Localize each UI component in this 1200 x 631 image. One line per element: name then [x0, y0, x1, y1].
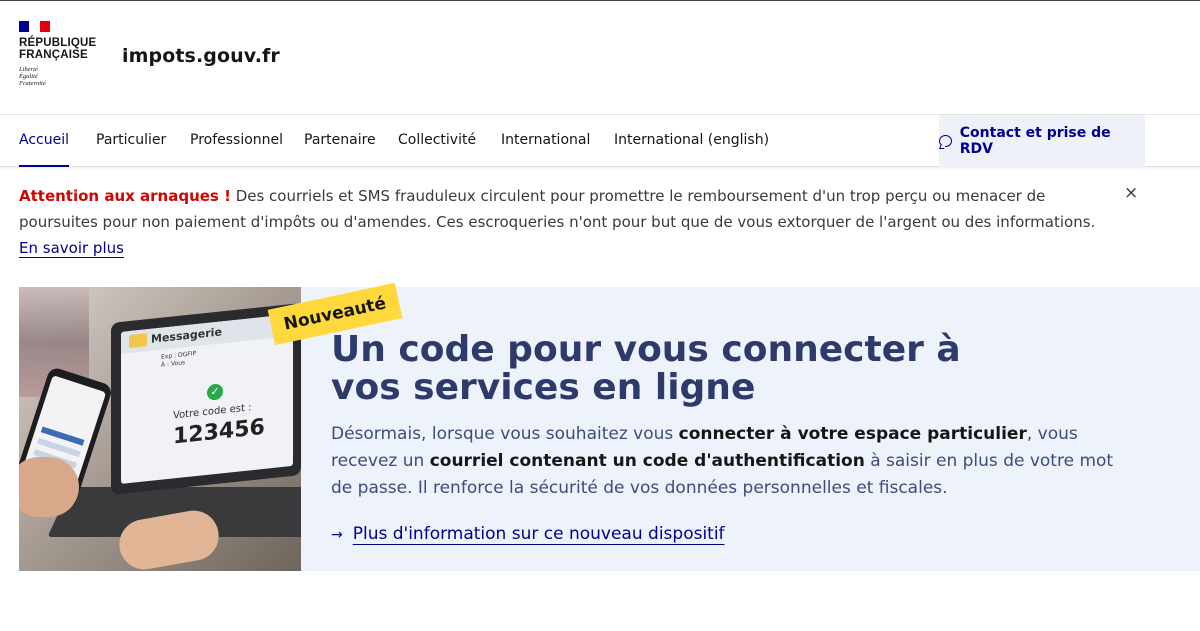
arrow-right-icon: → — [331, 527, 343, 543]
mail-title: Messagerie — [151, 325, 222, 346]
main-nav: Accueil Particulier Professionnel Parten… — [0, 115, 1200, 167]
hero-text-bold: connecter à votre espace particulier — [678, 424, 1027, 444]
site-name[interactable]: impots.gouv.fr — [122, 45, 280, 67]
more-info-link[interactable]: → Plus d'information sur ce nouveau dispo… — [331, 524, 725, 544]
hero-title: Un code pour vous connecter à vos servic… — [331, 329, 961, 408]
hand-left — [19, 457, 79, 517]
nav-item-international[interactable]: International — [501, 115, 590, 167]
hero-description: Désormais, lorsque vous souhaitez vous c… — [331, 421, 1121, 502]
logo-line-1: RÉPUBLIQUE — [19, 37, 97, 49]
nav-item-professionnel[interactable]: Professionnel — [190, 115, 283, 167]
nav-item-international-english[interactable]: International (english) — [614, 115, 769, 167]
nav-item-accueil[interactable]: Accueil — [19, 115, 69, 167]
hero-illustration: Messagerie Exp : DGFIP À : Vous ✓ Votre … — [19, 287, 301, 571]
logo-line-2: FRANÇAISE — [19, 49, 88, 61]
scam-alert-notice: Attention aux arnaques ! Des courriels e… — [19, 183, 1109, 261]
envelope-icon — [129, 333, 147, 349]
devise-egalite: Égalité — [19, 73, 38, 80]
chat-bubble-icon — [939, 135, 952, 147]
check-icon: ✓ — [207, 383, 223, 401]
contact-rdv-button[interactable]: Contact et prise de RDV — [939, 115, 1145, 167]
nav-item-particulier[interactable]: Particulier — [96, 115, 166, 167]
site-header: RÉPUBLIQUE FRANÇAISE Liberté Égalité Fra… — [0, 0, 1200, 115]
more-info-label: Plus d'information sur ce nouveau dispos… — [352, 524, 725, 544]
close-icon[interactable]: × — [1124, 183, 1138, 203]
devise-fraternite: Fraternité — [19, 80, 46, 87]
hero-banner: Messagerie Exp : DGFIP À : Vous ✓ Votre … — [19, 282, 1200, 571]
devise: Liberté Égalité Fraternité — [19, 66, 96, 87]
devise-liberte: Liberté — [19, 66, 38, 73]
hero-text-bold: courriel contenant un code d'authentific… — [429, 451, 865, 471]
flag-icon — [19, 21, 50, 32]
nav-item-collectivite[interactable]: Collectivité — [398, 115, 476, 167]
alert-more-link[interactable]: En savoir plus — [19, 239, 124, 257]
nav-item-partenaire[interactable]: Partenaire — [304, 115, 376, 167]
hero-text-part: Désormais, lorsque vous souhaitez vous — [331, 424, 679, 444]
republique-francaise-logo[interactable]: RÉPUBLIQUE FRANÇAISE Liberté Égalité Fra… — [19, 21, 96, 87]
contact-rdv-label: Contact et prise de RDV — [959, 125, 1111, 157]
alert-title: Attention aux arnaques ! — [19, 187, 231, 205]
